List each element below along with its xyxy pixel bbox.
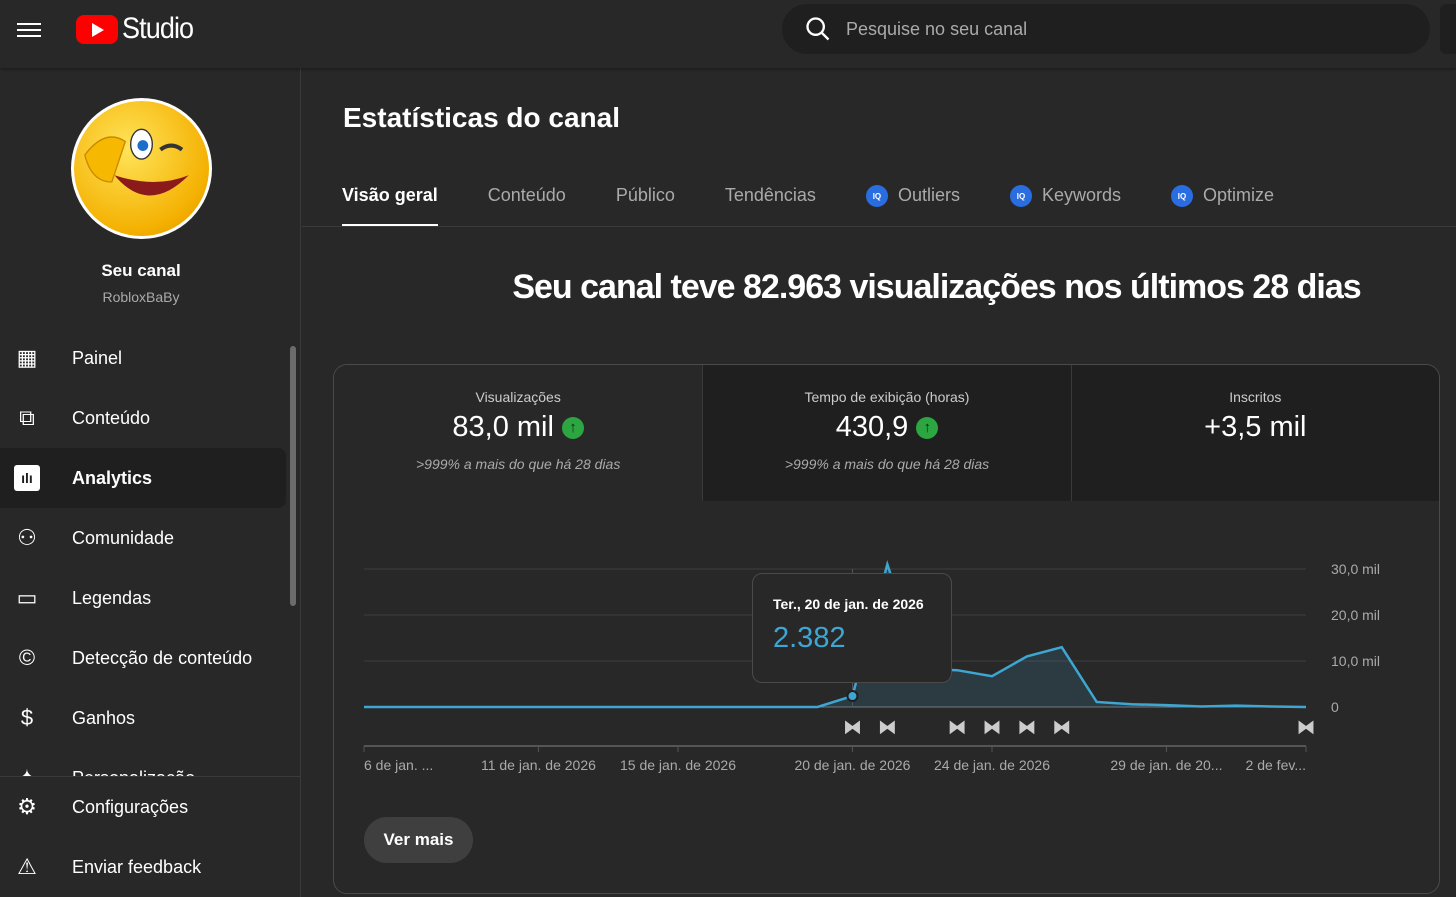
tab-optimize[interactable]: IQ Optimize <box>1170 178 1274 227</box>
nav-label: Legendas <box>72 587 152 608</box>
nav-list: ▦ Painel ⧉ Conteúdo ılı Analytics ⚇ Comunida… <box>0 328 290 776</box>
tab-label: Outliers <box>897 185 960 205</box>
x-tick-label: 20 de jan. de 2026 <box>794 757 910 773</box>
x-tick-label: 2 de fev... <box>1246 757 1306 773</box>
y-tick-label: 0 <box>1331 699 1339 715</box>
content-icon: ⧉ <box>19 405 35 430</box>
search-input[interactable] <box>846 18 1346 40</box>
logo-text: Studio <box>122 12 194 45</box>
nav-item-feedback[interactable]: ⚠ Enviar feedback <box>0 837 286 897</box>
shorts-video-icon: ⧓ <box>1297 717 1315 737</box>
shorts-video-icon: ⧓ <box>1018 717 1036 737</box>
vidiq-icon: IQ <box>865 185 888 207</box>
x-tick-label: 29 de jan. de 20... <box>1110 757 1222 773</box>
dollar-icon: $ <box>20 705 34 730</box>
nav-item-comunidade[interactable]: ⚇ Comunidade <box>0 508 286 568</box>
channel-handle: RobloxBaBy <box>102 289 180 305</box>
feedback-icon: ⚠ <box>17 854 37 879</box>
nav-item-ganhos[interactable]: $ Ganhos <box>0 688 286 748</box>
shorts-video-icon: ⧓ <box>878 717 896 737</box>
summary-headline: Seu canal teve 82.963 visualizações nos … <box>512 268 1361 306</box>
nav-item-configuracoes[interactable]: ⚙ Configurações <box>0 777 286 837</box>
top-bar: Studio <box>0 0 1456 68</box>
shorts-video-icon: ⧓ <box>983 717 1001 737</box>
nav-item-legendas[interactable]: ▭ Legendas <box>0 568 286 628</box>
nav-item-analytics[interactable]: ılı Analytics <box>0 448 286 508</box>
analytics-icon: ılı <box>12 463 42 493</box>
tab-bar: Visão geral Conteúdo Público Tendências … <box>342 178 1324 227</box>
tab-label: Optimize <box>1202 185 1274 205</box>
tab-tendencias[interactable]: Tendências <box>725 178 816 227</box>
nav-item-deteccao[interactable]: © Detecção de conteúdo <box>0 628 286 688</box>
x-tick-label: 6 de jan. ... <box>364 757 433 773</box>
tab-label: Visão geral <box>342 185 438 205</box>
shorts-video-icon: ⧓ <box>1053 717 1071 737</box>
subtitles-icon: ▭ <box>16 585 38 610</box>
nav-item-conteudo[interactable]: ⧉ Conteúdo <box>0 388 286 448</box>
chart-tooltip: Ter., 20 de jan. de 2026 2.382 <box>752 573 952 683</box>
tab-keywords[interactable]: IQ Keywords <box>1009 178 1121 227</box>
overview-card: Visualizações 83,0 mil ↑ >999% a mais do … <box>333 364 1440 894</box>
nav-item-painel[interactable]: ▦ Painel <box>0 328 286 388</box>
sidebar-scrollbar[interactable] <box>290 346 296 606</box>
youtube-logo-icon <box>76 14 118 44</box>
nav-item-personalizacao[interactable]: ✦ Personalização <box>0 748 286 776</box>
nav-label: Ganhos <box>72 707 136 728</box>
y-tick-label: 30,0 mil <box>1331 561 1380 577</box>
shorts-video-icon: ⧓ <box>843 717 861 737</box>
nav-label: Detecção de conteúdo <box>72 647 253 668</box>
search-bar[interactable] <box>782 4 1430 54</box>
x-tick-label: 24 de jan. de 2026 <box>934 757 1050 773</box>
nav-label: Comunidade <box>72 527 175 548</box>
y-tick-label: 20,0 mil <box>1331 607 1380 623</box>
menu-icon[interactable] <box>17 19 41 39</box>
tab-label: Keywords <box>1041 185 1121 205</box>
tooltip-date: Ter., 20 de jan. de 2026 <box>773 596 924 612</box>
vidiq-icon: IQ <box>1009 185 1032 207</box>
sparkle-icon: ✦ <box>12 763 42 776</box>
header-button[interactable] <box>1440 4 1456 54</box>
nav-label: Painel <box>72 347 123 368</box>
dashboard-icon: ▦ <box>16 345 38 370</box>
studio-logo[interactable]: Studio <box>76 12 201 46</box>
tab-label: Tendências <box>724 185 816 205</box>
sidebar: Seu canal RobloxBaBy ▦ Painel ⧉ Conteúdo ı… <box>0 68 301 897</box>
main-content: Estatísticas do canal Visão geral Conteú… <box>302 68 1456 897</box>
nav-label: Personalização <box>72 768 195 777</box>
vidiq-icon: IQ <box>1170 185 1193 207</box>
y-tick-label: 10,0 mil <box>1331 653 1380 669</box>
search-icon[interactable] <box>804 15 832 43</box>
nav-label: Conteúdo <box>72 407 151 428</box>
highlight-point <box>846 690 859 703</box>
tab-publico[interactable]: Público <box>616 178 675 227</box>
tab-conteudo[interactable]: Conteúdo <box>488 178 566 227</box>
shorts-video-icon: ⧓ <box>948 717 966 737</box>
channel-name: Seu canal <box>101 261 181 280</box>
see-more-button[interactable]: Ver mais <box>364 817 473 863</box>
tab-label: Conteúdo <box>487 185 566 205</box>
copyright-icon: © <box>18 645 36 670</box>
tab-divider <box>302 226 1456 227</box>
channel-avatar[interactable] <box>71 98 212 239</box>
nav-label: Enviar feedback <box>72 856 202 877</box>
page-title: Estatísticas do canal <box>343 102 621 133</box>
community-icon: ⚇ <box>17 525 37 550</box>
tab-label: Público <box>615 185 675 205</box>
sidebar-bottom: ⚙ Configurações ⚠ Enviar feedback <box>0 776 300 897</box>
x-tick-label: 11 de jan. de 2026 <box>481 757 596 773</box>
nav-label: Configurações <box>72 796 189 817</box>
x-tick-label: 15 de jan. de 2026 <box>620 757 736 773</box>
gear-icon: ⚙ <box>17 794 37 819</box>
tab-outliers[interactable]: IQ Outliers <box>865 178 960 227</box>
tooltip-value: 2.382 <box>773 622 846 654</box>
nav-label: Analytics <box>72 467 153 488</box>
tab-visao-geral[interactable]: Visão geral <box>342 178 438 227</box>
